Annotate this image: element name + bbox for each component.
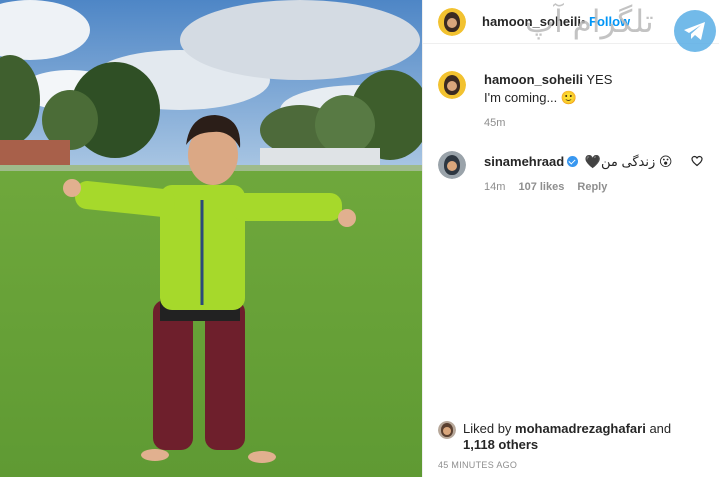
caption-comment: hamoon_soheili YES I'm coming... 🙂 45m: [438, 71, 708, 133]
commenter-avatar[interactable]: [438, 71, 466, 99]
comment-text-line2: I'm coming... 🙂: [484, 90, 578, 105]
author-avatar[interactable]: [438, 8, 466, 36]
verified-badge-icon: [567, 156, 579, 167]
commenter-avatar[interactable]: [438, 151, 466, 179]
post-sidebar: hamoon_soheili • Follow تلگرام آپ hamoon…: [422, 0, 719, 477]
comment-text-line1: YES: [586, 72, 613, 87]
watermark-text: تلگرام آپ: [525, 4, 654, 40]
comment-text: 🖤زندگی من 😮: [584, 154, 673, 169]
like-comment-heart-icon[interactable]: [691, 155, 703, 167]
comment-username[interactable]: hamoon_soheili: [484, 72, 583, 87]
comment-likes[interactable]: 107 likes: [518, 181, 564, 193]
liker-avatar[interactable]: [438, 421, 456, 439]
liked-by-user[interactable]: mohamadrezaghafari: [515, 421, 646, 436]
comment-item: sinamehraad 🖤زندگی من 😮 14m 107 likes Re…: [438, 151, 708, 197]
liked-by-others[interactable]: 1,118 others: [463, 437, 538, 452]
comment-age[interactable]: 45m: [484, 117, 505, 129]
post-timestamp[interactable]: 45 MINUTES AGO: [438, 460, 517, 470]
reply-button[interactable]: Reply: [577, 181, 607, 193]
liked-by-conjunction: and: [649, 421, 672, 436]
post-photo[interactable]: [0, 0, 422, 477]
post-image: [0, 0, 422, 477]
post-header: hamoon_soheili • Follow تلگرام آپ: [423, 0, 719, 52]
liked-by-prefix: Liked by: [463, 421, 512, 436]
comment-age[interactable]: 14m: [484, 181, 505, 193]
comment-username[interactable]: sinamehraad: [484, 154, 564, 169]
telegram-icon: [674, 10, 716, 52]
